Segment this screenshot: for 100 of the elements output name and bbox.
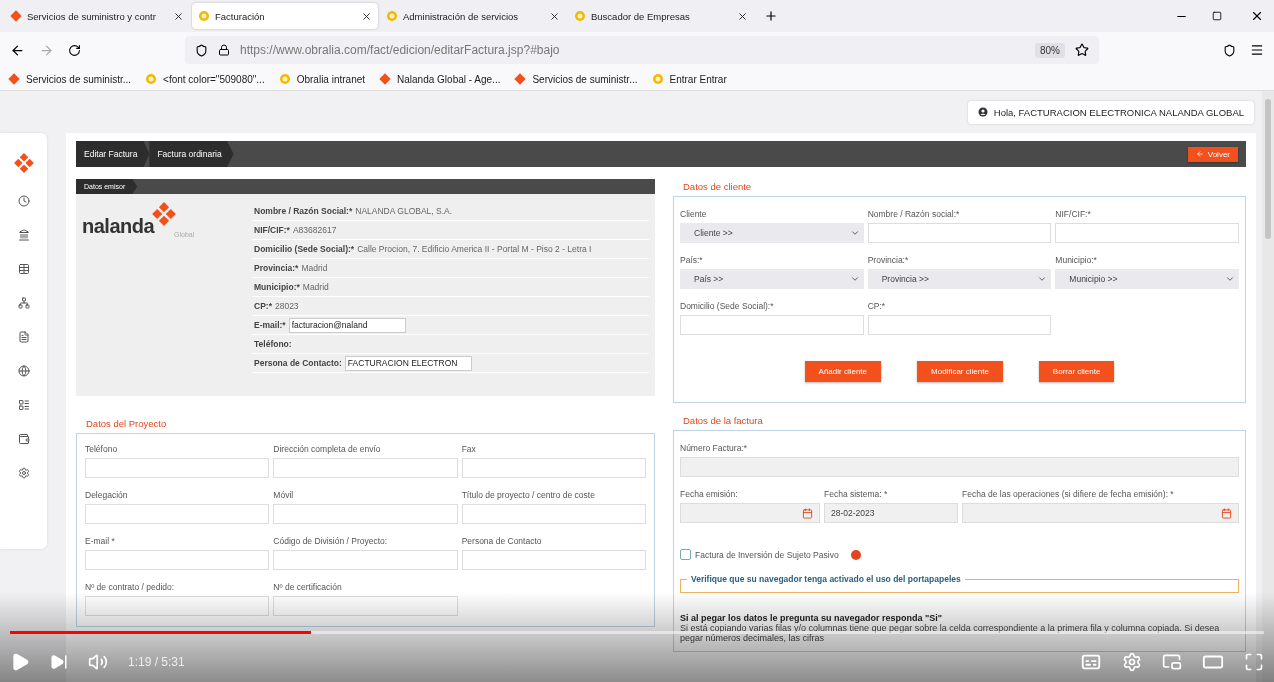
field-label: Fecha de las operaciones (si difiere de fecha emisión): * [962,489,1175,499]
text-field[interactable] [867,315,1052,335]
text-field[interactable] [273,504,458,524]
browser-tab[interactable]: Servicios de suministro y contr [4,3,190,29]
text-field[interactable] [85,458,270,478]
bookmark[interactable]: Servicios de suministr... [8,73,132,85]
maximize-icon[interactable] [1212,11,1222,21]
client-action-button[interactable]: Modificar cliente [917,361,1003,382]
diamond-icon [8,73,20,85]
wallet-icon[interactable] [17,433,30,445]
diamond-icon [10,10,22,22]
field-label: Teléfono [85,444,119,454]
network-icon[interactable] [17,297,30,309]
text-field[interactable]: facturacion@naland [288,317,406,333]
select-field[interactable]: Provincia >> [867,269,1052,289]
calendar-icon[interactable] [802,507,813,519]
circle-icon [386,10,398,22]
breadcrumb-item[interactable]: Factura ordinaria [149,141,234,167]
text-field[interactable] [273,458,458,478]
menu-icon[interactable] [1250,43,1264,57]
user-icon [977,107,988,117]
bookmark[interactable]: <font color="509080"... [145,73,265,85]
miniplayer-icon[interactable] [1162,652,1182,672]
text-field[interactable] [273,550,458,570]
text-field[interactable] [85,504,270,524]
bookmark[interactable]: Nalanda Global - Age... [379,73,501,85]
next-icon[interactable] [50,653,68,671]
close-icon[interactable] [737,10,748,22]
logo-icon[interactable] [13,153,34,173]
field-value: Calle Procion, 7. Edificio America II - Portal M - Piso 2 - Letra I [357,243,592,256]
text-field[interactable] [680,315,864,335]
select-field[interactable]: Cliente >> [680,223,864,243]
back-icon[interactable] [10,42,25,58]
select-field[interactable]: Municipio >> [1055,269,1239,289]
globe-icon[interactable] [17,365,30,377]
text-field[interactable] [85,550,270,570]
close-icon[interactable] [361,10,372,22]
chevron-icon [1037,274,1048,284]
scrollbar[interactable] [1265,99,1271,239]
browser-tab[interactable]: Administración de servicios [380,3,566,29]
field-label: Fecha emisión: [680,489,739,499]
close-icon[interactable] [1250,9,1264,23]
field-label: Nombre / Razón social:* [867,209,961,219]
bookmark[interactable]: Obralia intranet [278,73,366,85]
bank-icon[interactable] [17,229,30,241]
select-field[interactable]: País >> [680,269,864,289]
text-field[interactable] [680,457,1239,477]
user-greeting[interactable]: Hola, FACTURACION ELECTRONICA NALANDA GLOBAL [967,100,1254,124]
field-label: NIF/CIF:* [254,224,290,237]
section-title: Datos de cliente [683,181,753,192]
browser-tab[interactable]: Buscador de Empresas [568,3,754,29]
close-icon[interactable] [549,10,560,22]
client-action-button[interactable]: Añadir cliente [804,361,882,382]
field-value: A83682617 [292,224,337,237]
text-field[interactable] [85,596,270,616]
list-icon[interactable] [17,399,30,411]
bookmark[interactable]: Entrar Entrar [651,73,727,85]
reload-icon[interactable] [68,43,81,57]
date-field[interactable] [680,503,820,523]
field-label: Provincia:* [254,262,299,275]
back-button[interactable]: Volver [1187,146,1238,162]
text-field[interactable] [461,458,646,478]
close-icon[interactable] [173,10,184,22]
settings-icon[interactable] [17,467,30,479]
text-field[interactable] [461,550,646,570]
fullscreen-icon[interactable] [1244,652,1264,672]
date-field[interactable] [962,503,1239,523]
diamond-icon [379,73,392,85]
field-label: E-mail * [85,536,116,546]
field-label: E-mail:* [254,319,286,332]
clock-icon[interactable] [17,195,30,207]
client-action-button[interactable]: Borrar cliente [1038,361,1115,382]
field-label: Fecha sistema: * [824,489,889,499]
text-field[interactable] [273,596,458,616]
field-label: País:* [680,255,704,265]
field-label: Cliente [680,209,708,219]
field-label: Domicilio (Sede Social):* [254,243,355,256]
new-tab-icon[interactable] [764,9,778,23]
shield-icon [195,43,208,57]
field-label: Nº de contrato / pedido: [85,582,176,592]
text-field[interactable] [461,504,646,524]
bookmark-star-icon[interactable] [1075,43,1089,57]
document-icon[interactable] [17,331,30,343]
zoom-badge[interactable]: 80% [1035,42,1065,58]
forward-icon[interactable] [39,42,54,58]
breadcrumb-item[interactable]: Editar Factura [76,141,150,167]
play-icon[interactable] [10,652,30,672]
text-field[interactable]: FACTURACION ELECTRON [344,355,472,371]
browser-tab[interactable]: Facturación [192,3,378,29]
text-field[interactable] [867,223,1052,243]
bookmark[interactable]: Servicios de suministr... [514,73,638,85]
calendar-icon[interactable] [1221,507,1232,519]
table-icon[interactable] [17,263,30,275]
date-field[interactable]: 28-02-2023 [824,503,958,523]
field-label: Nº de certificación [273,582,343,592]
info-icon[interactable] [850,549,861,560]
volume-icon[interactable] [88,652,108,672]
text-field[interactable] [1055,223,1239,243]
address-bar[interactable]: https://www.obralia.com/fact/edicion/editarFactura.jsp?#bajo 80% [185,36,1099,64]
checkbox[interactable] [680,549,691,560]
